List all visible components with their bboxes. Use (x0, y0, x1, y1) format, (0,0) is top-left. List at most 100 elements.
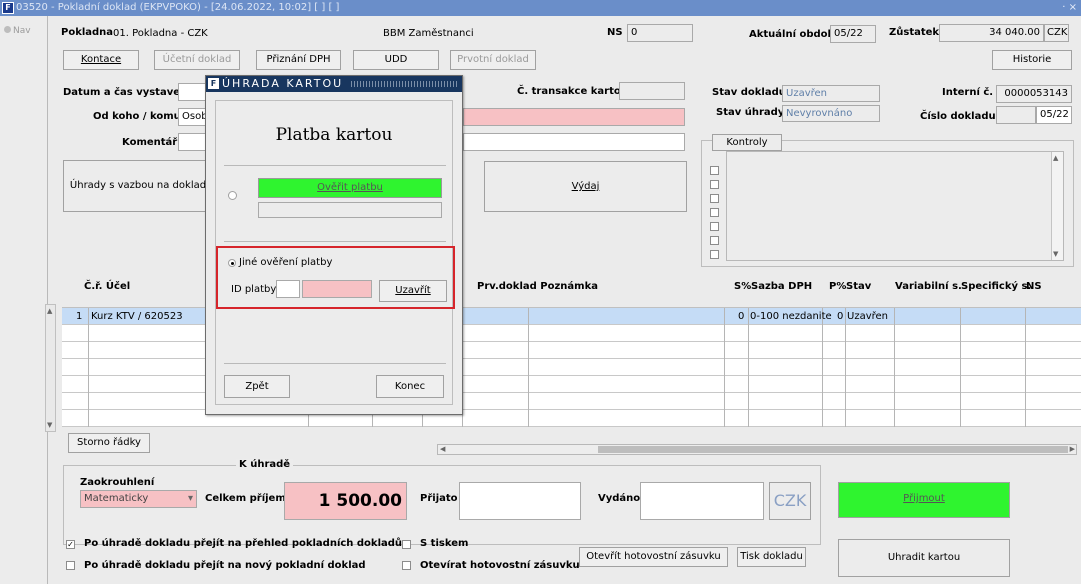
checkmark-icon: ✓ (67, 540, 74, 549)
transakce-label: Č. transakce kartou (517, 86, 628, 97)
title-grip-pattern (351, 81, 457, 87)
k-uhrade-group: K úhradě Zaokrouhlení Matematicky ▾ Celke… (63, 459, 821, 545)
row-s-pct: 0 (738, 311, 745, 322)
prijato-label: Přijato (420, 493, 458, 504)
col-sazba: Sazba DPH (751, 281, 813, 292)
uhradit-kartou-button[interactable]: Uhradit kartou (838, 539, 1010, 577)
cislo-dokladu-label: Číslo dokladu (920, 111, 996, 122)
udd-button[interactable]: UDD (353, 50, 439, 70)
row-number: 1 (76, 311, 83, 322)
priznani-dph-button[interactable]: Přiznání DPH (256, 50, 341, 70)
highlight-outline (216, 246, 455, 309)
obdobi-field[interactable]: 05/22 (830, 25, 876, 43)
vydano-field[interactable] (640, 482, 764, 520)
kontroly-check-7[interactable] (710, 250, 719, 259)
ns-label: NS (607, 27, 623, 38)
pokladna-label: Pokladna (61, 27, 114, 38)
kontroly-list[interactable]: ▲ ▼ (726, 151, 1064, 261)
prijmout-button[interactable]: Přijmout (838, 482, 1010, 518)
kontroly-check-3[interactable] (710, 194, 719, 203)
zpet-button[interactable]: Zpět (224, 375, 290, 398)
kontroly-panel: Kontroly ▲ ▼ (701, 134, 1074, 267)
uhrady-vazba-button[interactable]: Úhrady s vazbou na doklad (63, 160, 213, 212)
otevirat-zasuvku-checkbox[interactable] (402, 561, 411, 570)
tisk-dokladu-button[interactable]: Tisk dokladu (737, 547, 806, 567)
zustatek-field: 34 040.00 (939, 24, 1044, 42)
col-variabilni: Variabilní s. (895, 281, 962, 292)
konec-button[interactable]: Konec (376, 375, 444, 398)
otevirat-zasuvku-label: Otevírat hotovostní zásuvku (420, 560, 580, 571)
prijmout-button-label: Přijmout (903, 493, 945, 504)
overit-platbu-button-label: Ověřit platbu (317, 182, 383, 193)
od-koho-name-field[interactable] (463, 108, 685, 126)
kontroly-check-1[interactable] (710, 166, 719, 175)
left-nav-pane: Nav (0, 16, 48, 584)
po-uhrade-prehled-checkbox[interactable]: ✓ (66, 540, 75, 549)
scroll-left-icon[interactable]: ◀ (440, 445, 445, 453)
dialog-title-bar[interactable]: F ÚHRADA KARTOU (206, 76, 462, 92)
kontroly-tab[interactable]: Kontroly (712, 134, 782, 151)
po-uhrade-novy-checkbox[interactable] (66, 561, 75, 570)
grid-horizontal-scrollbar[interactable]: ◀ ▶ (437, 444, 1077, 455)
storno-radky-button[interactable]: Storno řádky (68, 433, 150, 453)
grid-divider (1025, 308, 1026, 427)
datum-field[interactable] (178, 83, 208, 101)
kontroly-check-2[interactable] (710, 180, 719, 189)
komentar-field[interactable] (178, 133, 208, 151)
divider (224, 241, 446, 242)
grid-scroll-up-icon[interactable]: ▲ (47, 307, 52, 315)
komentar-field-right[interactable] (463, 133, 685, 151)
prvotni-doklad-button[interactable]: Prvotní doklad (450, 50, 536, 70)
prijato-field[interactable] (459, 482, 581, 520)
kontroly-scrollbar[interactable]: ▲ ▼ (1051, 152, 1063, 260)
kontroly-check-6[interactable] (710, 236, 719, 245)
nav-toggle[interactable]: Nav (4, 26, 31, 36)
zaokrouhleni-value: Matematicky (84, 493, 149, 504)
zaokrouhleni-select[interactable]: Matematicky ▾ (80, 490, 197, 508)
od-koho-field[interactable]: Osob (178, 108, 208, 126)
historie-button[interactable]: Historie (992, 50, 1072, 70)
main-form: Pokladna 01. Pokladna - CZK BBM Zaměstna… (45, 16, 1081, 584)
ns-field[interactable]: 0 (627, 24, 693, 42)
window-controls[interactable]: · × (1062, 0, 1077, 16)
grid-divider (894, 308, 895, 427)
vydaj-button-label: Výdaj (571, 181, 600, 192)
ucetni-doklad-button[interactable]: Účetní doklad (154, 50, 240, 70)
kontace-button[interactable]: Kontace (63, 50, 139, 70)
grid-vertical-scrollbar[interactable]: ▲ ▼ (45, 304, 56, 432)
grid-divider (724, 308, 725, 427)
vydaj-button[interactable]: Výdaj (484, 161, 687, 212)
cislo-dokladu-prefix (996, 106, 1036, 124)
window-title-bar: F 03520 - Pokladní doklad (EKPVPOKO) - [… (0, 0, 1081, 16)
grid-scroll-down-icon[interactable]: ▼ (47, 421, 52, 429)
scroll-down-icon[interactable]: ▼ (1053, 250, 1058, 258)
grid-hscroll-thumb[interactable] (598, 446, 1068, 453)
s-tiskem-label: S tiskem (420, 538, 469, 549)
overit-platbu-radio[interactable] (228, 191, 237, 200)
grid-divider (88, 308, 89, 427)
po-uhrade-novy-label: Po úhradě dokladu přejít na nový pokladn… (84, 560, 366, 571)
col-specificky: Specifický s. (961, 281, 1032, 292)
pokladna-value: 01. Pokladna - CZK (113, 28, 208, 39)
transakce-field[interactable] (619, 82, 685, 100)
grid-divider (960, 308, 961, 427)
row-stav: Uzavřen (847, 311, 888, 322)
celkem-field: 1 500.00 (284, 482, 407, 520)
kontroly-check-4[interactable] (710, 208, 719, 217)
od-koho-label: Od koho / komu (93, 111, 181, 122)
col-s-pct: S% (734, 281, 752, 292)
nav-dot-icon (4, 26, 11, 33)
kontroly-check-5[interactable] (710, 222, 719, 231)
scroll-right-icon[interactable]: ▶ (1070, 445, 1075, 453)
dialog-app-icon: F (208, 78, 219, 89)
s-tiskem-checkbox[interactable] (402, 540, 411, 549)
dialog-heading: Platba kartou (275, 125, 393, 145)
grid-divider (822, 308, 823, 427)
grid-divider (845, 308, 846, 427)
overit-platbu-button[interactable]: Ověřit platbu (258, 178, 442, 198)
col-prv-doklad: Prv.doklad Poznámka (477, 281, 598, 292)
currency-button[interactable]: CZK (769, 482, 811, 520)
col-cr-ucel: Č.ř. Účel (84, 281, 131, 292)
scroll-up-icon[interactable]: ▲ (1053, 154, 1058, 162)
otevrit-zasuvku-button[interactable]: Otevřít hotovostní zásuvku (579, 547, 728, 567)
